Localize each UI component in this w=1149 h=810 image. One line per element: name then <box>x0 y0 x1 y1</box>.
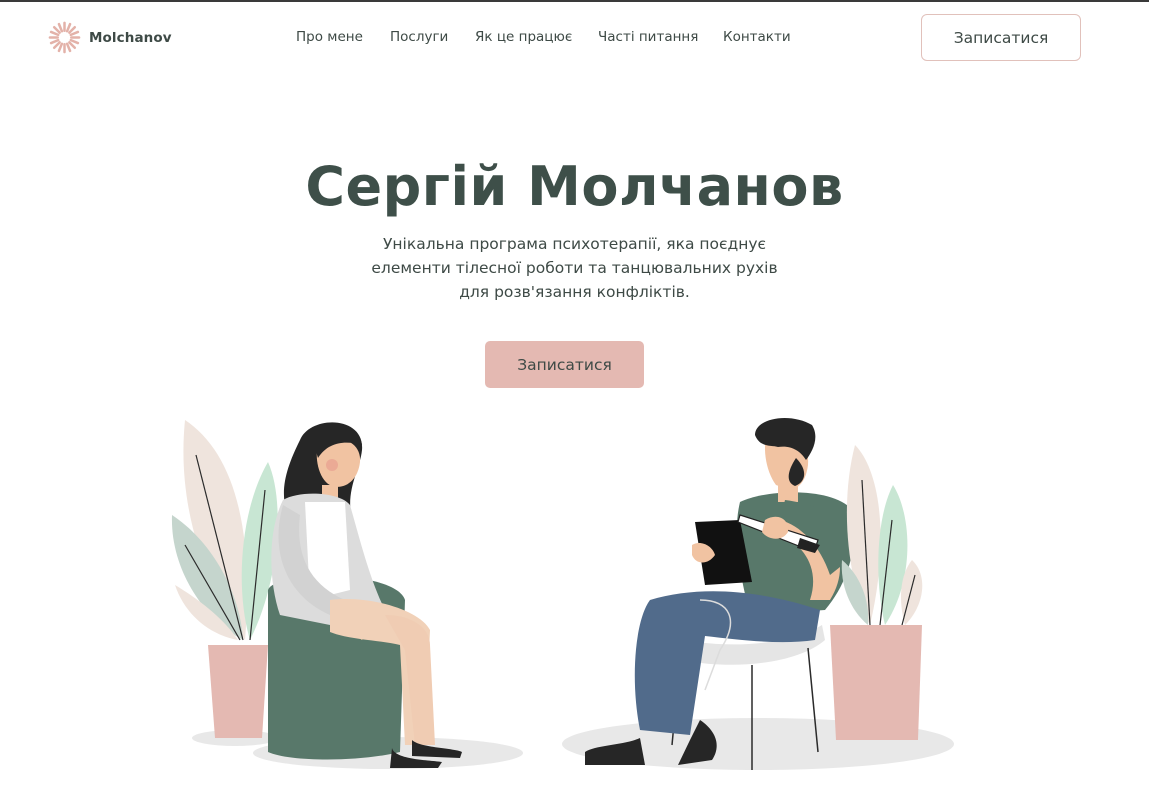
nav-link-about[interactable]: Про мене <box>296 29 363 45</box>
nav-link-how-it-works[interactable]: Як це працює <box>475 29 572 45</box>
hero-subtitle: Унікальна програма психотерапії, яка поє… <box>0 232 1149 304</box>
top-border-line <box>0 0 1149 2</box>
nav-link-contacts[interactable]: Контакти <box>723 29 791 45</box>
hero-subtitle-line: для розв'язання конфліктів. <box>459 283 690 301</box>
logo-text: Molchanov <box>89 29 172 46</box>
logo[interactable]: Molchanov <box>48 21 172 54</box>
hero-signup-button[interactable]: Записатися <box>485 341 644 388</box>
hero-title: Сергій Молчанов <box>305 155 844 218</box>
hero-subtitle-line: елементи тілесної роботи та танцювальних… <box>371 259 778 277</box>
right-plant <box>830 445 923 740</box>
header-signup-button[interactable]: Записатися <box>921 14 1081 61</box>
nav-link-services[interactable]: Послуги <box>390 29 448 45</box>
hero-subtitle-line: Унікальна програма психотерапії, яка поє… <box>382 235 767 253</box>
nav-link-faq[interactable]: Часті питання <box>598 29 698 45</box>
left-plant <box>171 420 278 738</box>
sunburst-logo-icon <box>48 21 81 54</box>
therapy-session-illustration <box>171 417 954 770</box>
